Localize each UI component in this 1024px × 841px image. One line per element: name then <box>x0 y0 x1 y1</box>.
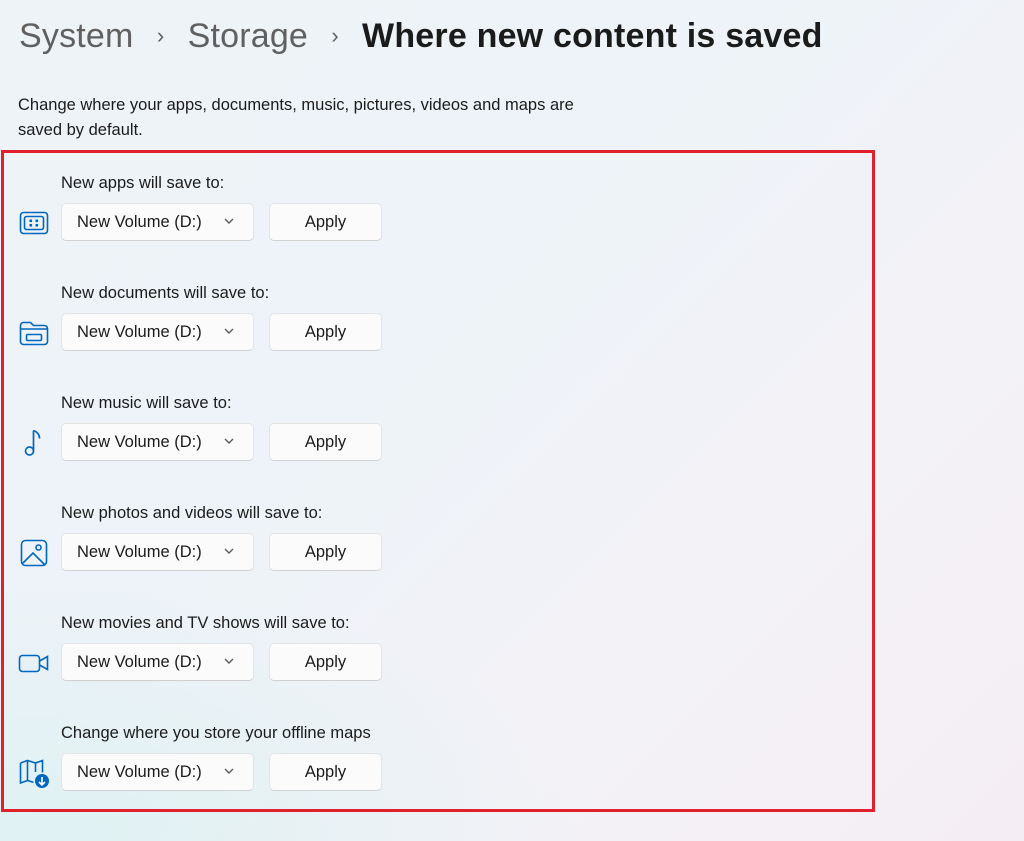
setting-row-apps: New apps will save to: New Volume (D:) A… <box>0 172 860 272</box>
breadcrumb: System › Storage › Where new content is … <box>19 14 823 58</box>
apply-button[interactable]: Apply <box>269 203 382 241</box>
chevron-down-icon <box>224 658 234 664</box>
dropdown-selected-value: New Volume (D:) <box>77 322 202 341</box>
music-note-icon <box>17 426 51 460</box>
apply-button[interactable]: Apply <box>269 643 382 681</box>
save-location-dropdown[interactable]: New Volume (D:) <box>61 533 254 571</box>
dropdown-selected-value: New Volume (D:) <box>77 762 202 781</box>
setting-label: New photos and videos will save to: <box>61 504 323 522</box>
setting-row-maps: Change where you store your offline maps… <box>0 722 860 822</box>
apply-button[interactable]: Apply <box>269 313 382 351</box>
breadcrumb-system[interactable]: System <box>19 17 134 56</box>
dropdown-selected-value: New Volume (D:) <box>77 652 202 671</box>
setting-row-music: New music will save to: New Volume (D:) … <box>0 392 860 492</box>
save-location-dropdown[interactable]: New Volume (D:) <box>61 203 254 241</box>
map-download-icon <box>17 756 51 790</box>
dropdown-selected-value: New Volume (D:) <box>77 432 202 451</box>
setting-label: Change where you store your offline maps <box>61 724 371 742</box>
chevron-down-icon <box>224 218 234 224</box>
chevron-down-icon <box>224 438 234 444</box>
save-location-dropdown[interactable]: New Volume (D:) <box>61 753 254 791</box>
save-location-dropdown[interactable]: New Volume (D:) <box>61 313 254 351</box>
video-camera-icon <box>17 646 51 680</box>
setting-label: New movies and TV shows will save to: <box>61 614 350 632</box>
setting-row-documents: New documents will save to: New Volume (… <box>0 282 860 382</box>
breadcrumb-separator-icon: › <box>156 23 165 48</box>
setting-row-movies: New movies and TV shows will save to: Ne… <box>0 612 860 712</box>
chevron-down-icon <box>224 768 234 774</box>
dropdown-selected-value: New Volume (D:) <box>77 542 202 561</box>
apply-button[interactable]: Apply <box>269 533 382 571</box>
apps-icon <box>17 206 51 240</box>
apply-button[interactable]: Apply <box>269 423 382 461</box>
setting-row-photos: New photos and videos will save to: New … <box>0 502 860 602</box>
breadcrumb-separator-icon: › <box>331 23 339 48</box>
apply-button[interactable]: Apply <box>269 753 382 791</box>
setting-label: New apps will save to: <box>61 174 225 192</box>
chevron-down-icon <box>224 328 234 334</box>
dropdown-selected-value: New Volume (D:) <box>77 212 202 231</box>
page-description: Change where your apps, documents, music… <box>18 96 574 139</box>
folder-icon <box>17 316 51 350</box>
setting-label: New music will save to: <box>61 394 232 412</box>
save-location-dropdown[interactable]: New Volume (D:) <box>61 643 254 681</box>
chevron-down-icon <box>224 548 234 554</box>
page-title: Where new content is saved <box>362 16 823 55</box>
breadcrumb-storage[interactable]: Storage <box>188 17 308 56</box>
save-location-dropdown[interactable]: New Volume (D:) <box>61 423 254 461</box>
setting-label: New documents will save to: <box>61 284 270 302</box>
photo-icon <box>17 536 51 570</box>
